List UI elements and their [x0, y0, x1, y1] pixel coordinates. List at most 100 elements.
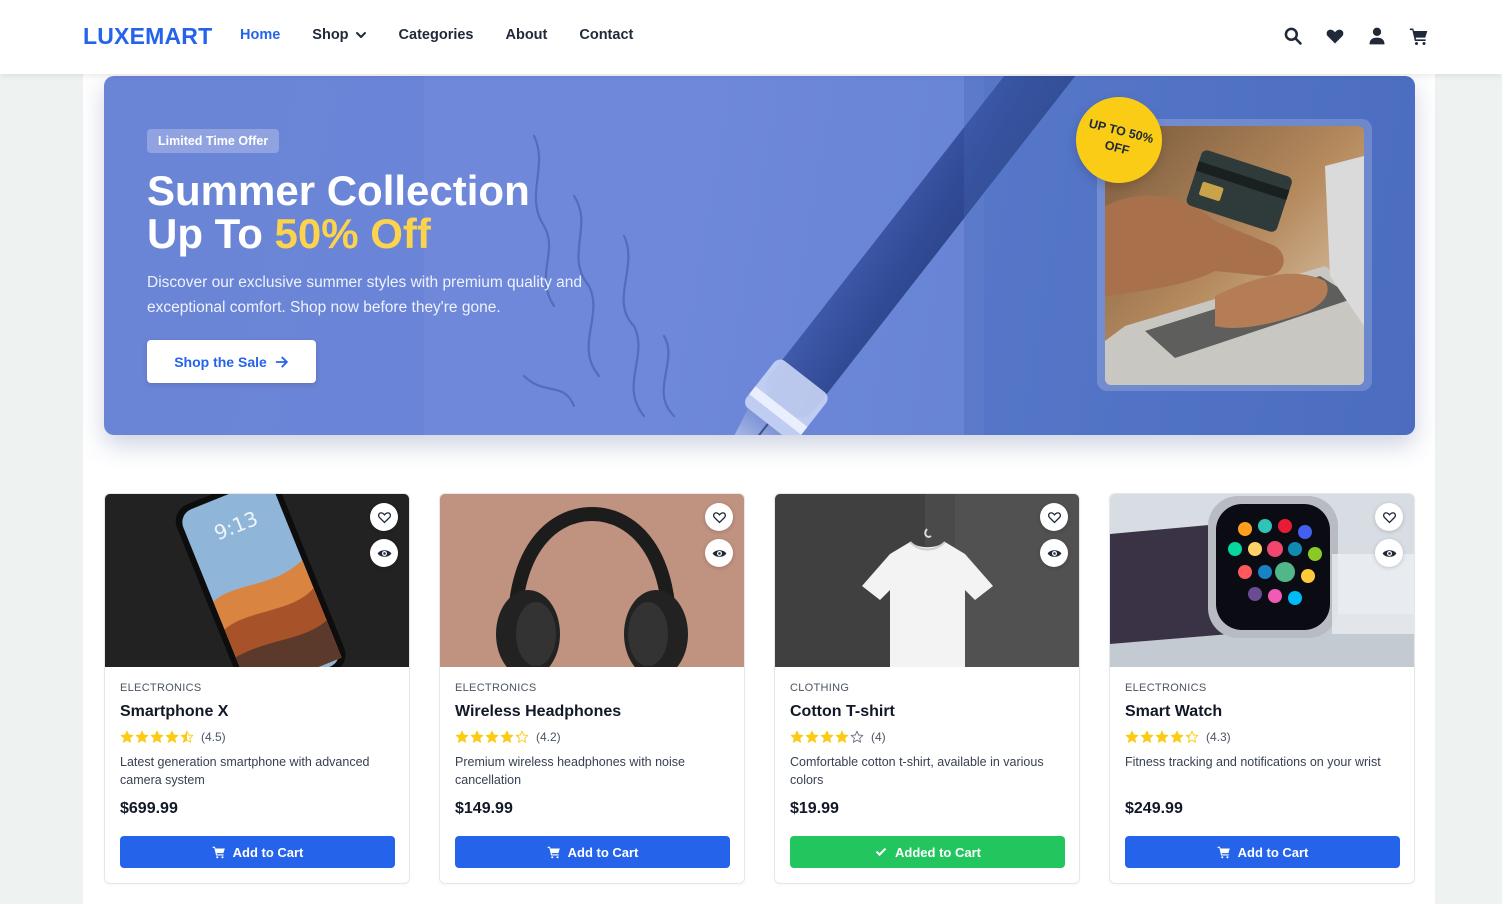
nav-home-label: Home: [240, 27, 281, 43]
star-full-icon: [135, 730, 149, 743]
quick-view-button[interactable]: [1040, 539, 1068, 567]
add-to-cart-button[interactable]: Add to Cart: [455, 836, 730, 868]
star-half-icon: [1185, 730, 1199, 743]
nav-categories-label: Categories: [398, 27, 474, 43]
nav-shop-label: Shop: [312, 27, 349, 43]
wishlist-button[interactable]: [370, 503, 398, 531]
add-to-cart-label: Add to Cart: [232, 844, 304, 860]
star-full-icon: [470, 730, 484, 743]
hero-title-line2: Up To 50% Off: [147, 212, 530, 255]
add-to-cart-button[interactable]: Add to Cart: [1125, 836, 1400, 868]
eye-icon: [712, 549, 726, 557]
cart-icon: [1217, 846, 1230, 859]
star-half-icon: [180, 730, 194, 743]
logo[interactable]: LUXEMART: [83, 23, 212, 50]
star-full-icon: [165, 730, 179, 743]
product-card[interactable]: ELECTRONICS Smart Watch (4.3) Fitness tr…: [1109, 493, 1415, 884]
chevron-down-icon: [355, 32, 366, 38]
rating-value: (4.3): [1206, 730, 1231, 744]
product-name[interactable]: Cotton T-shirt: [790, 703, 895, 721]
header-actions: [1282, 24, 1430, 48]
product-description: Fitness tracking and notifications on yo…: [1125, 755, 1381, 769]
star-full-icon: [150, 730, 164, 743]
rating-value: (4.2): [536, 730, 561, 744]
hero-title-highlight: 50% Off: [274, 210, 431, 257]
product-card[interactable]: CLOTHING Cotton T-shirt (4) Comfortable …: [774, 493, 1080, 884]
quick-view-button[interactable]: [705, 539, 733, 567]
wishlist-button[interactable]: [1040, 503, 1068, 531]
added-to-cart-button[interactable]: Added to Cart: [790, 836, 1065, 868]
product-price: $149.99: [455, 800, 513, 817]
product-price: $699.99: [120, 800, 178, 817]
nav-about-label: About: [505, 27, 548, 43]
user-icon[interactable]: [1366, 24, 1388, 48]
product-image-smartphone[interactable]: 9:13: [105, 494, 409, 667]
product-image-headphones[interactable]: [440, 494, 744, 667]
product-category: ELECTRONICS: [1125, 682, 1207, 694]
product-card[interactable]: 9:13 ELECTRONICS Smartphone X (4.5) Late…: [104, 493, 410, 884]
product-price: $19.99: [790, 800, 839, 817]
product-image-tshirt[interactable]: [775, 494, 1079, 667]
nav-shop[interactable]: Shop: [312, 27, 366, 43]
rating-stars: [1125, 730, 1200, 744]
quick-view-button[interactable]: [1375, 539, 1403, 567]
nav-home[interactable]: Home: [240, 27, 280, 43]
star-full-icon: [485, 730, 499, 743]
wishlist-button[interactable]: [1375, 503, 1403, 531]
cart-icon: [547, 846, 560, 859]
product-category: CLOTHING: [790, 682, 850, 694]
product-card[interactable]: ELECTRONICS Wireless Headphones (4.2) Pr…: [439, 493, 745, 884]
product-image-smartwatch[interactable]: [1110, 494, 1414, 667]
nav-contact[interactable]: Contact: [579, 27, 633, 43]
product-category: ELECTRONICS: [455, 682, 537, 694]
product-name[interactable]: Smart Watch: [1125, 703, 1222, 721]
check-icon: [875, 847, 887, 857]
star-full-icon: [835, 730, 849, 743]
rating-stars: [790, 730, 865, 744]
star-full-icon: [120, 730, 134, 743]
star-full-icon: [820, 730, 834, 743]
hero-title-line1: Summer Collection: [147, 167, 530, 214]
rating-stars: [120, 730, 195, 744]
product-rating: (4.3): [1125, 730, 1231, 744]
quick-view-button[interactable]: [370, 539, 398, 567]
main-nav: Home Shop Categories About Contact: [240, 27, 633, 43]
star-full-icon: [790, 730, 804, 743]
limited-offer-badge: Limited Time Offer: [147, 129, 280, 153]
star-full-icon: [500, 730, 514, 743]
star-full-icon: [1125, 730, 1139, 743]
product-price: $249.99: [1125, 800, 1183, 817]
add-to-cart-label: Add to Cart: [567, 844, 639, 860]
add-to-cart-button[interactable]: Add to Cart: [120, 836, 395, 868]
site-header: LUXEMART Home Shop Categories About Cont…: [0, 0, 1502, 74]
cart-icon[interactable]: [1408, 24, 1430, 48]
shop-sale-button[interactable]: Shop the Sale: [147, 340, 316, 383]
hero-title: Summer Collection Up To 50% Off: [147, 169, 530, 255]
heart-icon[interactable]: [1324, 24, 1346, 48]
star-full-icon: [1140, 730, 1154, 743]
main-content: Limited Time Offer Summer Collection Up …: [83, 74, 1435, 904]
product-description: Comfortable cotton t-shirt, available in…: [790, 755, 1044, 787]
hero-title-prefix: Up To: [147, 210, 275, 257]
cart-icon: [212, 846, 225, 859]
star-empty-icon: [850, 730, 864, 743]
hero-description: Discover our exclusive summer styles wit…: [147, 274, 583, 316]
product-name[interactable]: Smartphone X: [120, 703, 228, 721]
heart-outline-icon: [1047, 511, 1061, 523]
shop-sale-label: Shop the Sale: [174, 353, 267, 370]
star-half-icon: [515, 730, 529, 743]
nav-about[interactable]: About: [506, 27, 548, 43]
nav-categories[interactable]: Categories: [399, 27, 474, 43]
wishlist-button[interactable]: [705, 503, 733, 531]
add-to-cart-label: Add to Cart: [1237, 844, 1309, 860]
rating-value: (4.5): [201, 730, 226, 744]
rating-stars: [455, 730, 530, 744]
eye-icon: [1047, 549, 1061, 557]
search-icon[interactable]: [1282, 24, 1304, 48]
star-full-icon: [455, 730, 469, 743]
product-rating: (4): [790, 730, 886, 744]
star-full-icon: [1155, 730, 1169, 743]
product-name[interactable]: Wireless Headphones: [455, 703, 621, 721]
product-rating: (4.2): [455, 730, 561, 744]
star-full-icon: [1170, 730, 1184, 743]
